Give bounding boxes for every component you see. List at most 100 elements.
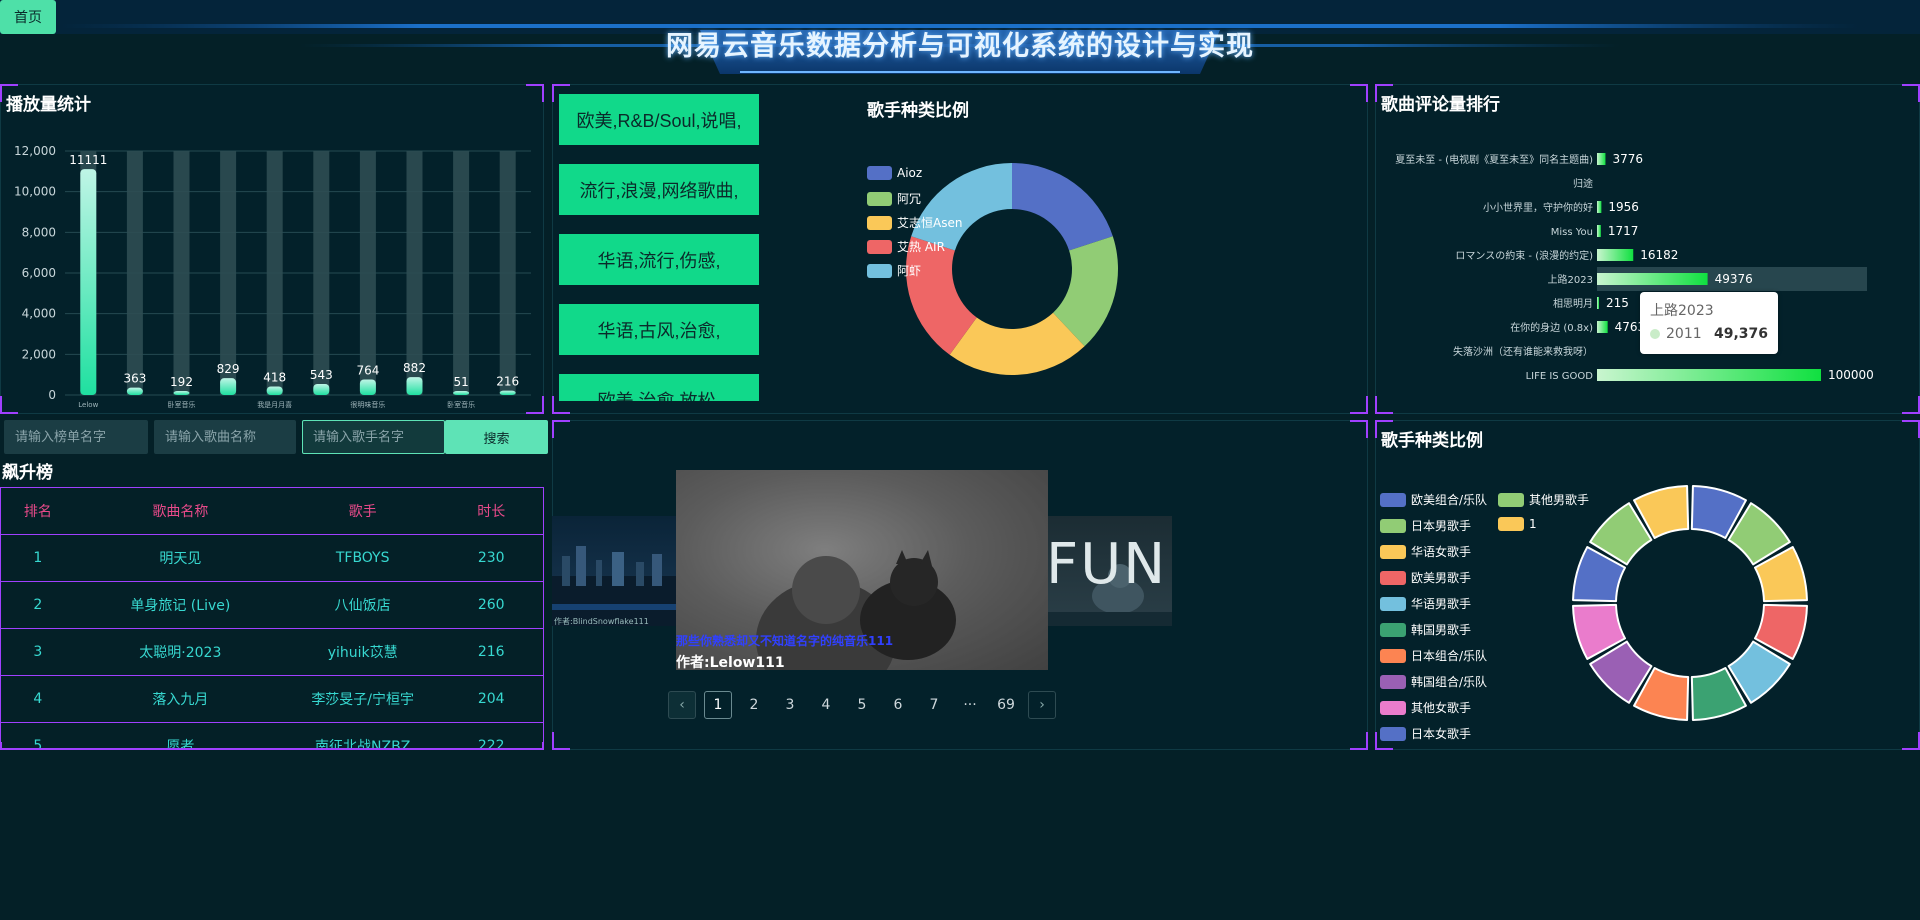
bar-value-label: 192 bbox=[170, 375, 193, 389]
table-row[interactable]: 4 落入九月 李莎旻子/宁桓宇 204 bbox=[0, 675, 544, 723]
legend-item[interactable]: 1 bbox=[1498, 517, 1537, 531]
legend-item[interactable]: 韩国男歌手 bbox=[1380, 621, 1471, 638]
legend-item[interactable]: 欧美男歌手 bbox=[1380, 569, 1471, 586]
slide-main-caption[interactable]: 那些你熟悉却又不知道名字的纯音乐111 bbox=[676, 632, 893, 649]
chart-tooltip: 上路2023 2011 49,376 bbox=[1640, 292, 1778, 354]
legend-item[interactable]: Aioz bbox=[867, 166, 922, 180]
x-tick-label: Lelow bbox=[78, 401, 98, 409]
bar-value-label: 363 bbox=[123, 372, 146, 386]
legend-item[interactable]: 日本组合/乐队 bbox=[1380, 647, 1487, 664]
bar-background bbox=[173, 151, 190, 395]
legend-label: 韩国组合/乐队 bbox=[1411, 675, 1488, 689]
page-button[interactable]: 7 bbox=[920, 691, 948, 719]
legend-item[interactable]: 欧美组合/乐队 bbox=[1380, 491, 1487, 508]
bar bbox=[453, 391, 470, 395]
legend-item[interactable]: 艾热 AIR bbox=[867, 238, 945, 255]
search-button[interactable]: 搜索 bbox=[445, 420, 548, 454]
bar-background bbox=[126, 151, 143, 395]
page-button[interactable]: 4 bbox=[812, 691, 840, 719]
legend-item[interactable]: 日本男歌手 bbox=[1380, 517, 1471, 534]
bar-value-label: 418 bbox=[263, 371, 286, 385]
bar-value-label: 216 bbox=[496, 375, 519, 389]
legend-label: 其他男歌手 bbox=[1529, 493, 1590, 507]
legend-item[interactable]: 艾志恒Asen bbox=[867, 214, 962, 231]
legend-item[interactable]: 韩国组合/乐队 bbox=[1380, 673, 1487, 690]
duration-cell: 204 bbox=[477, 691, 505, 707]
legend-label: 欧美男歌手 bbox=[1411, 571, 1472, 585]
y-tick-label: 0 bbox=[48, 388, 56, 402]
tooltip-title: 上路2023 bbox=[1650, 303, 1714, 319]
singer-search-input[interactable] bbox=[302, 420, 445, 454]
legend-item[interactable]: 其他男歌手 bbox=[1498, 491, 1589, 508]
bar bbox=[80, 169, 97, 395]
bar-value-label: 829 bbox=[217, 362, 240, 376]
legend-swatch bbox=[1380, 492, 1406, 507]
legend-item[interactable]: 华语女歌手 bbox=[1380, 543, 1471, 560]
bar-value-label: 16182 bbox=[1640, 248, 1678, 262]
chevron-left-icon: ‹ bbox=[679, 697, 685, 713]
y-tick-label: 4,000 bbox=[22, 307, 56, 321]
legend-label: 日本组合/乐队 bbox=[1411, 649, 1488, 663]
song-cell: 落入九月 bbox=[152, 692, 209, 708]
page-button[interactable]: 2 bbox=[740, 691, 768, 719]
bar bbox=[1597, 153, 1606, 165]
page-button[interactable]: 3 bbox=[776, 691, 804, 719]
legend-label: 欧美组合/乐队 bbox=[1411, 493, 1488, 507]
legend-item[interactable]: 华语男歌手 bbox=[1380, 595, 1471, 612]
y-tick-label: 6,000 bbox=[22, 266, 56, 280]
page-button[interactable]: 1 bbox=[704, 691, 732, 719]
legend-item[interactable]: 日本女歌手 bbox=[1380, 725, 1471, 742]
col-duration-header: 时长 bbox=[477, 504, 506, 520]
song-search-input[interactable] bbox=[154, 420, 296, 454]
tags-donut-panel: 欧美,R&B/Soul,说唱, 流行,浪漫,网络歌曲, 华语,流行,伤感, 华语… bbox=[552, 84, 1368, 414]
prev-page-button[interactable]: ‹ bbox=[668, 691, 696, 719]
bar bbox=[266, 386, 283, 395]
bar-value-label: 1717 bbox=[1608, 224, 1639, 238]
page-button[interactable]: 69 bbox=[992, 691, 1020, 719]
play-count-panel: 播放量统计 0 2,000 4,000 6,000 8,000 10,000 12,000 1… bbox=[0, 84, 544, 414]
carousel-slide-left[interactable] bbox=[552, 516, 678, 626]
legend-label: 华语男歌手 bbox=[1411, 597, 1472, 611]
tooltip-label: 2011 bbox=[1666, 326, 1702, 342]
playlist-search-input[interactable] bbox=[4, 420, 148, 454]
legend-swatch bbox=[867, 191, 892, 206]
x-tick-label: 我是月月喜 bbox=[257, 400, 292, 409]
bar-value-label: 3776 bbox=[1612, 152, 1643, 166]
bar bbox=[1597, 321, 1608, 333]
bar bbox=[1597, 297, 1599, 309]
singer-cell: TFBOYS bbox=[335, 550, 390, 566]
legend-label: 韩国男歌手 bbox=[1411, 623, 1472, 637]
bar bbox=[173, 391, 190, 395]
page-button[interactable]: 6 bbox=[884, 691, 912, 719]
page-ellipsis[interactable]: ··· bbox=[956, 691, 984, 719]
x-tick-label: 卧室音乐 bbox=[447, 400, 475, 409]
legend-item[interactable]: 阿冗 bbox=[867, 190, 921, 207]
legend-label: 艾志恒Asen bbox=[897, 216, 963, 230]
rank-cell: 3 bbox=[33, 644, 43, 660]
bar-background bbox=[220, 151, 237, 395]
table-row[interactable]: 2 单身旅记 (Live) 八仙饭店 260 bbox=[0, 581, 544, 629]
legend-swatch bbox=[1380, 726, 1406, 741]
bar-background bbox=[453, 151, 470, 395]
legend-item[interactable]: 其他女歌手 bbox=[1380, 699, 1471, 716]
y-tick-label: 8,000 bbox=[22, 225, 56, 239]
bar bbox=[499, 390, 516, 395]
page-button[interactable]: 5 bbox=[848, 691, 876, 719]
slide-right-text: FUN bbox=[1046, 532, 1168, 597]
rising-list-title: 飙升榜 bbox=[2, 463, 53, 483]
slide-left-caption: 作者:BlindSnowflake111 bbox=[554, 617, 649, 626]
legend-swatch bbox=[1498, 492, 1524, 507]
duration-cell: 216 bbox=[477, 644, 505, 660]
table-row[interactable]: 3 太聪明·2023 yihuik苡慧 216 bbox=[0, 628, 544, 676]
bar bbox=[406, 377, 423, 395]
legend-swatch bbox=[1380, 596, 1406, 611]
table-row[interactable]: 1 明天见 TFBOYS 230 bbox=[0, 534, 544, 582]
tooltip-value: 49,376 bbox=[1713, 326, 1768, 342]
y-tick-label: Miss You bbox=[1551, 227, 1593, 238]
legend-swatch bbox=[1380, 544, 1406, 559]
singer-type2-panel: 歌手种类比例 欧美组合/乐队 日本男歌手 华语女歌手 欧美男歌手 华语男歌手 韩国男歌手日… bbox=[1375, 420, 1920, 750]
legend-label: 日本女歌手 bbox=[1411, 727, 1472, 741]
col-singer-header: 歌手 bbox=[348, 504, 377, 520]
next-page-button[interactable]: › bbox=[1028, 691, 1056, 719]
legend-item[interactable]: 阿虾 bbox=[867, 262, 921, 279]
